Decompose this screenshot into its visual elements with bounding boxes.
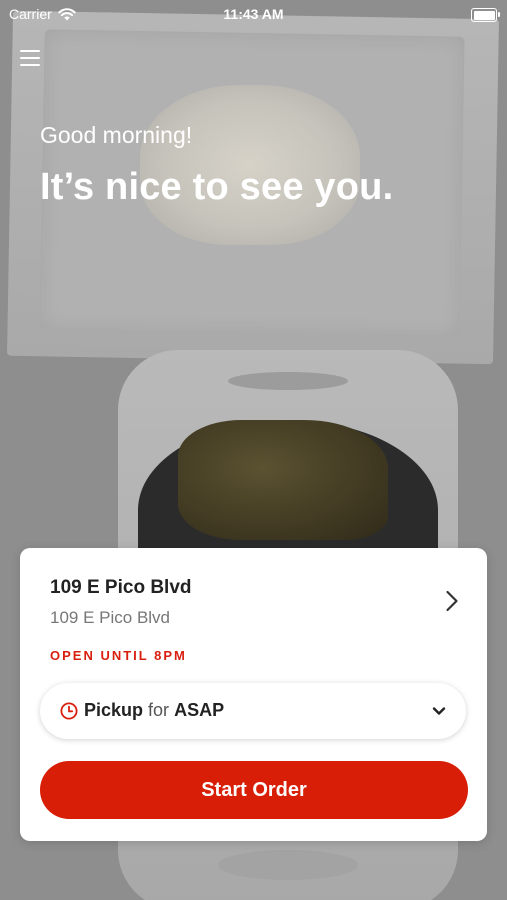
hamburger-menu-icon[interactable] xyxy=(20,48,42,66)
status-bar: Carrier 11:43 AM xyxy=(0,0,507,28)
home-screen: Carrier 11:43 AM Good morning! It’s nice… xyxy=(0,0,507,900)
location-name[interactable]: 109 E Pico Blvd xyxy=(50,577,192,599)
order-time: ASAP xyxy=(174,700,225,720)
order-method: Pickup xyxy=(84,700,144,720)
status-time: 11:43 AM xyxy=(223,6,284,22)
chevron-down-icon xyxy=(432,707,446,715)
battery-icon xyxy=(471,8,500,22)
greeting-text: Good morning! xyxy=(40,122,193,148)
welcome-headline: It’s nice to see you. xyxy=(40,166,394,208)
open-status-label: OPEN UNTIL 8PM xyxy=(50,648,187,663)
clock-icon xyxy=(60,702,78,720)
chevron-right-icon[interactable] xyxy=(445,590,459,612)
location-card: 109 E Pico Blvd 109 E Pico Blvd OPEN UNT… xyxy=(20,548,487,841)
order-mode-text: Pickup for ASAP xyxy=(84,700,224,721)
start-order-button[interactable]: Start Order xyxy=(40,761,468,819)
location-address: 109 E Pico Blvd xyxy=(50,608,171,627)
order-connector: for xyxy=(148,700,170,720)
rice-image xyxy=(140,85,360,245)
order-mode-select[interactable]: Pickup for ASAP xyxy=(40,683,466,739)
